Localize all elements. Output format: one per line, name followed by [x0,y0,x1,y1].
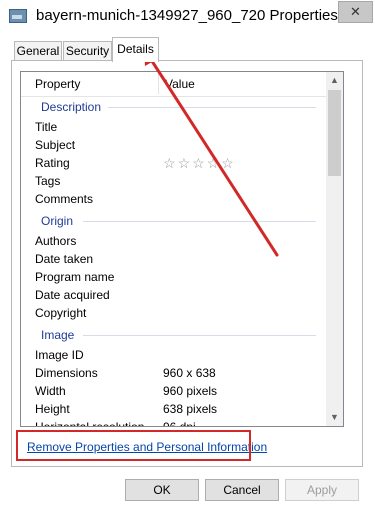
annotation-arrow-icon [144,49,279,257]
tab-details[interactable]: Details [112,37,159,62]
